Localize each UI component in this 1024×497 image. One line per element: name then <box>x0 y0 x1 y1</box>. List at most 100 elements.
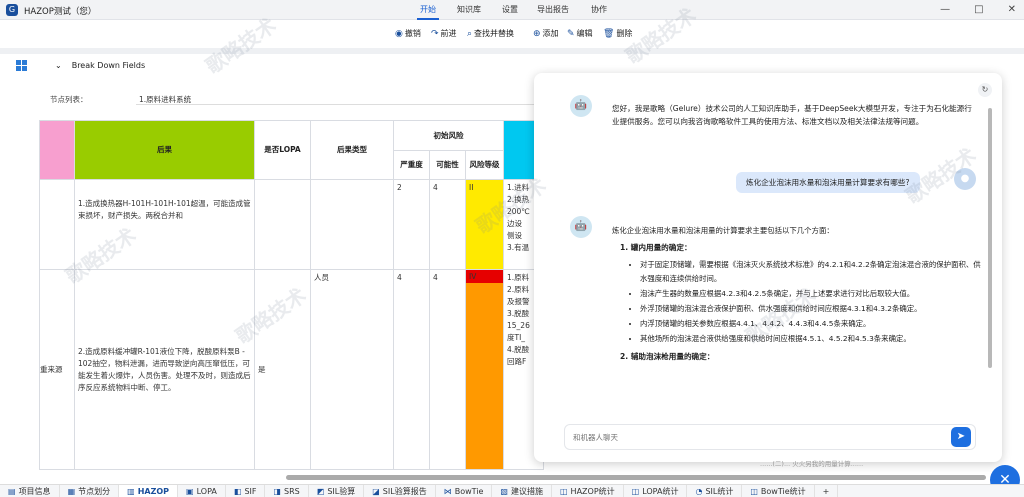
column-header-consequence-type[interactable]: 后果类型 <box>310 120 394 180</box>
send-button[interactable]: ➤ <box>951 427 971 447</box>
close-window-button[interactable]: ✕ <box>1008 4 1016 15</box>
tab-recommendations[interactable]: ▧ 建议措施 <box>492 485 552 497</box>
likelihood-cell[interactable]: 4 <box>429 269 466 470</box>
tab-sil-verify[interactable]: ◩ SIL验算 <box>309 485 365 497</box>
lopa-cell[interactable] <box>254 179 311 270</box>
tab-bowtie[interactable]: ⋈ BowTie <box>436 485 493 497</box>
bowtie-stats-icon: ◫ <box>750 486 758 496</box>
severity-cell[interactable]: 4 <box>393 269 430 470</box>
tab-label: HAZOP <box>137 486 170 496</box>
tab-sil-report[interactable]: ◪ SIL验算报告 <box>364 485 436 497</box>
menu-export-report[interactable]: 导出报告 <box>534 4 572 15</box>
column-header-consequence[interactable]: 后果 <box>74 120 255 180</box>
tab-node-division[interactable]: ▦ 节点划分 <box>60 485 120 497</box>
answer-list-item: 泡沫产生器的数量应根据4.2.3和4.2.5条确定，并与上述要求进行对比后取较大… <box>640 287 982 300</box>
tab-lopa-stats[interactable]: ◫ LOPA统计 <box>624 485 688 497</box>
menu-start[interactable]: 开始 <box>417 4 439 20</box>
find-replace-icon: ⌕ <box>467 28 473 39</box>
undo-button[interactable]: ◉ 撤销 <box>395 28 421 39</box>
horizontal-scrollbar[interactable] <box>286 475 986 480</box>
tab-lopa[interactable]: ▣ LOPA <box>178 485 226 497</box>
lopa-icon: ▣ <box>186 486 194 496</box>
edit-icon: ✎ <box>567 28 575 39</box>
add-tab-button[interactable]: + <box>815 485 839 497</box>
sif-icon: ◧ <box>233 486 242 496</box>
edit-button[interactable]: ✎ 编辑 <box>567 28 593 39</box>
bowtie-icon: ⋈ <box>443 486 452 496</box>
refresh-icon[interactable]: ↻ <box>978 83 992 97</box>
tab-hazop-stats[interactable]: ◫ HAZOP统计 <box>552 485 624 497</box>
sil-verify-icon: ◩ <box>316 486 325 496</box>
tab-hazop[interactable]: ▥ HAZOP <box>119 485 179 497</box>
edit-label: 编辑 <box>576 29 593 38</box>
tab-label: SIL验算报告 <box>382 486 427 496</box>
column-header-lopa[interactable]: 是否LOPA <box>254 120 311 180</box>
tab-srs[interactable]: ◨ SRS <box>265 485 309 497</box>
app-logo-icon: G <box>6 4 18 16</box>
tab-sif[interactable]: ◧ SIF <box>226 485 266 497</box>
table-row[interactable]: 1.造成换热器H-101H-101H-101超温，可能造成管束损坏，财产损失。两… <box>39 179 544 270</box>
tab-label: 建议措施 <box>510 486 543 496</box>
app-title: HAZOP测试（您） <box>24 7 97 17</box>
title-bar: G HAZOP测试（您） 开始 知识库 设置 导出报告 协作 — □ ✕ <box>0 0 1024 20</box>
answer-section-title: 1. 罐内用量的确定： <box>620 243 692 253</box>
tab-bowtie-stats[interactable]: ◫ BowTie统计 <box>742 485 815 497</box>
tab-label: SIL验算 <box>327 486 356 496</box>
column-header-initial-risk[interactable]: 初始风险 <box>393 120 504 151</box>
tab-label: SIF <box>244 486 257 496</box>
column-header-likelihood[interactable]: 可能性 <box>429 150 466 180</box>
minimize-button[interactable]: — <box>940 4 950 15</box>
consequence-cell[interactable]: 1.造成换热器H-101H-101H-101超温，可能造成管束损坏，财产损失。两… <box>74 179 255 270</box>
hazop-table: 后果 是否LOPA 后果类型 初始风险 严重度 可能性 风险等级 1.造成换热器… <box>39 120 544 470</box>
tab-label: BowTie统计 <box>760 486 806 496</box>
tab-label: LOPA <box>196 486 217 496</box>
chat-input-box[interactable] <box>564 424 976 450</box>
find-replace-button[interactable]: ⌕ 查找并替换 <box>467 28 514 39</box>
grid-view-icon <box>16 60 27 71</box>
tab-sil-stats[interactable]: ◔ SIL统计 <box>687 485 743 497</box>
menu-knowledge-base[interactable]: 知识库 <box>454 4 484 15</box>
srs-icon: ◨ <box>273 486 282 496</box>
add-button[interactable]: ⊕ 添加 <box>533 28 559 39</box>
bot-answer: 炼化企业泡沫用水量和泡沫用量的计算要求主要包括以下几个方面： 1. 罐内用量的确… <box>612 224 982 367</box>
tab-project-info[interactable]: ▤ 项目信息 <box>0 485 60 497</box>
menu-collaboration[interactable]: 协作 <box>588 4 610 15</box>
redo-button[interactable]: ↷ 前进 <box>431 28 457 39</box>
add-tab-label: + <box>822 486 830 496</box>
menu-settings[interactable]: 设置 <box>499 4 521 15</box>
delete-button[interactable]: 🗑 删除 <box>603 28 632 39</box>
maximize-button[interactable]: □ <box>974 4 983 15</box>
undo-icon: ◉ <box>395 28 403 39</box>
project-info-icon: ▤ <box>8 486 16 496</box>
delete-icon: 🗑 <box>603 28 615 39</box>
column-header-severity[interactable]: 严重度 <box>393 150 430 180</box>
table-row[interactable]: 重来源 2.造成原料缓冲罐R-101液位下降，脱酸原料泵B - 102抽空，物料… <box>39 269 544 470</box>
table-cell[interactable] <box>39 179 75 270</box>
breakdown-fields-header[interactable]: ⌄ Break Down Fields <box>16 60 145 71</box>
tab-label: LOPA统计 <box>642 486 679 496</box>
undo-label: 撤销 <box>404 29 421 38</box>
answer-list-item: 内浮顶储罐的相关参数应根据4.4.1、4.4.2、4.4.3和4.4.5条来确定… <box>640 317 982 330</box>
node-select[interactable]: 1.原料进料系统 <box>136 91 536 105</box>
add-icon: ⊕ <box>533 28 541 39</box>
add-label: 添加 <box>542 29 559 38</box>
severity-cell[interactable]: 2 <box>393 179 430 270</box>
lopa-stats-icon: ◫ <box>631 486 640 496</box>
column-header-col0[interactable] <box>39 120 75 180</box>
column-header-risk-level[interactable]: 风险等级 <box>465 150 504 180</box>
likelihood-cell[interactable]: 4 <box>429 179 466 270</box>
chat-input[interactable] <box>565 425 925 449</box>
lopa-cell[interactable]: 是 <box>254 269 311 470</box>
bottom-tab-bar: ▤ 项目信息 ▦ 节点划分 ▥ HAZOP ▣ LOPA ◧ SIF ◨ SRS ◩ SIL验… <box>0 484 1024 497</box>
consequence-cell[interactable]: 2.造成原料缓冲罐R-101液位下降，脱酸原料泵B - 102抽空，物料泄漏，进… <box>74 269 255 470</box>
chat-scrollbar[interactable] <box>988 108 992 368</box>
type-cell[interactable] <box>310 179 394 270</box>
risk-level-cell[interactable]: IV <box>465 269 504 470</box>
table-cell[interactable]: 重来源 <box>39 269 75 470</box>
user-avatar: ● <box>954 168 976 190</box>
redo-icon: ↷ <box>431 28 439 39</box>
risk-level-cell[interactable]: II <box>465 179 504 270</box>
user-message: 炼化企业泡沫用水量和泡沫用量计算要求有哪些? <box>736 172 920 193</box>
type-cell[interactable]: 人员 <box>310 269 394 470</box>
chevron-down-icon[interactable]: ⌄ <box>55 61 62 70</box>
